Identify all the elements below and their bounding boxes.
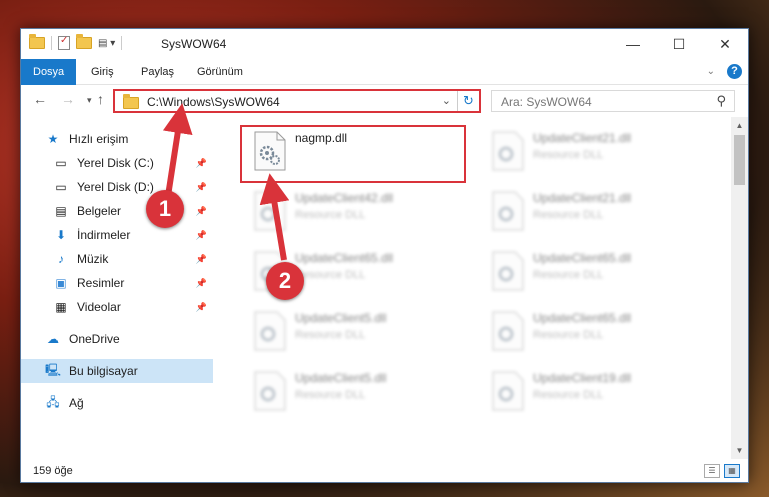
annotation-arrows xyxy=(162,103,290,261)
step-marker-2: 2 xyxy=(266,262,304,300)
arrow-to-file xyxy=(259,173,290,261)
arrow-to-address-bar xyxy=(162,103,193,197)
step-marker-1: 1 xyxy=(146,190,184,228)
